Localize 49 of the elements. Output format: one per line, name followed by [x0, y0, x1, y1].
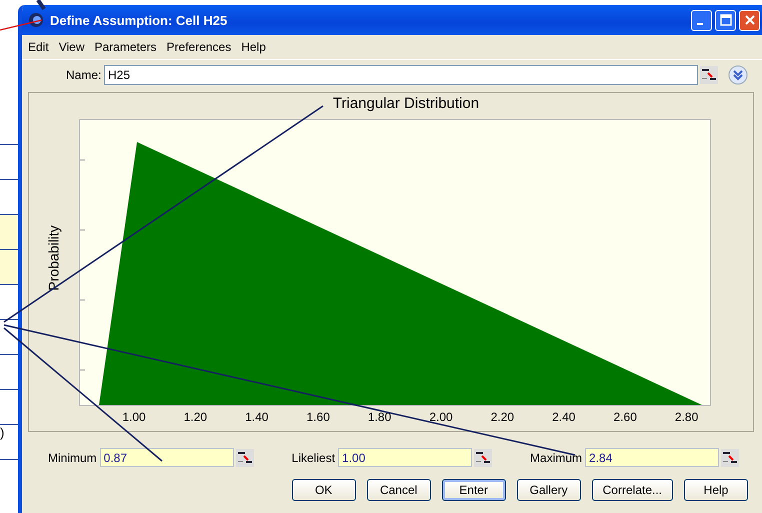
cell-reference-icon[interactable] [236, 448, 254, 466]
x-tick-label: 1.60 [306, 410, 330, 424]
maximize-button[interactable] [715, 10, 736, 30]
annotation-line [36, 0, 46, 10]
menu-item[interactable]: Help [241, 40, 266, 54]
menu-item[interactable]: Edit [28, 40, 49, 54]
dialog-button[interactable]: Gallery [516, 479, 581, 501]
sheet-cell [0, 215, 18, 250]
sheet-cell [0, 250, 18, 285]
minimize-icon [696, 23, 702, 25]
cell-reference-icon[interactable] [474, 448, 492, 466]
close-icon [744, 14, 756, 26]
minimize-button[interactable] [691, 10, 712, 30]
x-tick-label: 1.80 [368, 410, 392, 424]
dialog-button[interactable]: Correlate... [592, 479, 673, 501]
parameter-field[interactable]: 2.84 [585, 448, 720, 467]
app-icon [28, 12, 44, 28]
parameter-label: Minimum [48, 450, 97, 464]
annotation-line [0, 19, 42, 31]
menu-item[interactable]: Parameters [94, 40, 157, 54]
menu-item[interactable]: View [58, 40, 84, 54]
parameter-field[interactable]: 0.87 [100, 448, 234, 467]
cell-reference-icon[interactable] [700, 66, 718, 84]
x-tick-label: 1.20 [184, 410, 208, 424]
x-tick-label: 2.40 [552, 410, 576, 424]
cell-text: ) [0, 425, 4, 440]
name-label: Name: [66, 68, 102, 82]
x-tick-label: 2.00 [429, 410, 453, 424]
dialog-button[interactable]: OK [292, 479, 356, 501]
x-tick-label: 1.00 [122, 410, 146, 424]
parameter-label: Maximum [530, 450, 582, 464]
expand-icon[interactable] [728, 65, 748, 85]
x-tick-label: 2.60 [614, 410, 637, 424]
y-axis-label: Probability [46, 224, 62, 290]
window-title: Define Assumption: Cell H25 [50, 12, 228, 28]
parameter-field[interactable]: 1.00 [338, 448, 472, 467]
chart-title: Triangular Distribution [332, 94, 480, 114]
dialog-button[interactable]: Help [684, 479, 748, 501]
x-tick-label: 2.20 [490, 410, 514, 424]
close-button[interactable] [739, 10, 760, 30]
cell-reference-icon[interactable] [721, 448, 740, 466]
x-tick-label: 1.40 [245, 410, 268, 424]
menu-item[interactable]: Preferences [166, 40, 232, 54]
dialog-button[interactable]: Cancel [366, 479, 431, 501]
name-field[interactable]: H25 [104, 65, 698, 85]
x-tick-label: 2.80 [674, 410, 698, 424]
maximize-icon [720, 14, 732, 26]
parameter-label: Likeliest [292, 450, 336, 464]
dialog-button[interactable]: Enter [442, 479, 506, 501]
